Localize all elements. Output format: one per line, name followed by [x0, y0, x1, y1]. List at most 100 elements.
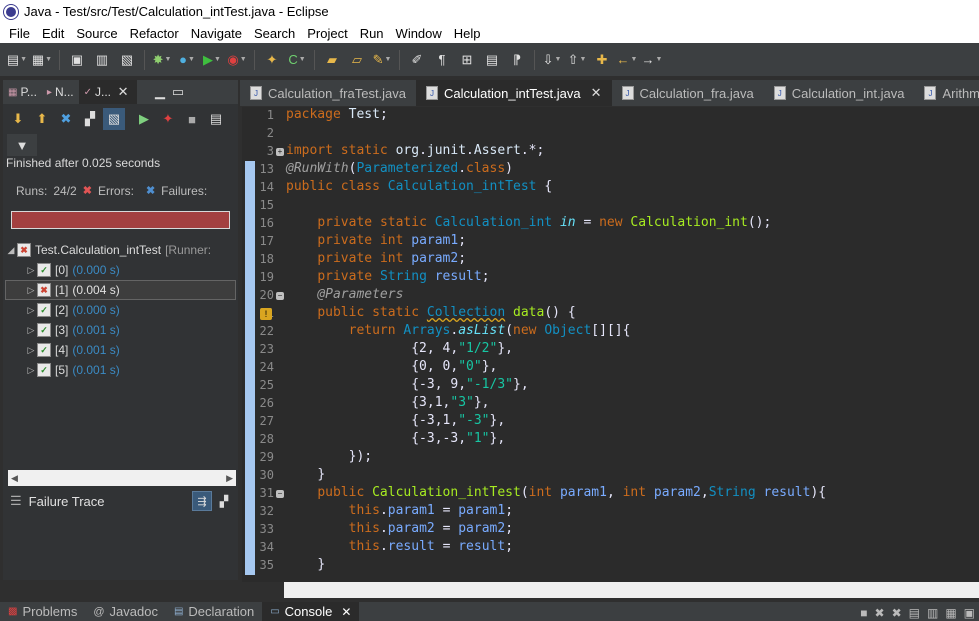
code-line[interactable]: private int param1;	[286, 233, 466, 251]
tab-calculation-inttest[interactable]: J Calculation_intTest.java ✕	[416, 80, 612, 106]
close-icon[interactable]: ✕	[341, 605, 351, 619]
back-icon[interactable]: ← ▼	[616, 49, 638, 71]
tab-javadoc[interactable]: @ Javadoc	[85, 602, 166, 621]
forward-icon[interactable]: → ▼	[641, 49, 663, 71]
previous-annotation-icon[interactable]: ⇧ ▼	[566, 49, 588, 71]
code-line[interactable]: private static Calculation_int in = new …	[286, 215, 771, 233]
warning-icon[interactable]: !	[260, 308, 272, 320]
code-line[interactable]: private int param2;	[286, 251, 466, 269]
code-line[interactable]: this.param2 = param2;	[286, 521, 513, 539]
maximize-icon[interactable]: ▭	[169, 83, 187, 101]
open-folder-icon[interactable]: ▱	[346, 49, 368, 71]
editor-horizontal-scrollbar[interactable]	[284, 582, 979, 598]
pilcrow-icon[interactable]: ⁋	[506, 49, 528, 71]
test-run-history-icon[interactable]: ▤	[205, 108, 227, 130]
code-line[interactable]: {3,1,"3"},	[286, 395, 489, 413]
tab-package-explorer[interactable]: ▦ P...	[3, 80, 42, 104]
code-line[interactable]: @RunWith(Parameterized.class)	[286, 161, 513, 179]
close-icon[interactable]: ✕	[591, 85, 602, 101]
collapsed-icon[interactable]: ▷	[25, 265, 37, 276]
code-line[interactable]: {0, 0,"0"},	[286, 359, 497, 377]
remove-all-icon[interactable]: ✖	[892, 606, 902, 620]
collapsed-icon[interactable]: ▷	[25, 325, 37, 336]
show-skipped-icon[interactable]: ▧	[103, 108, 125, 130]
word-wrap-icon[interactable]: ¶	[431, 49, 453, 71]
tree-root[interactable]: ◢ ✖ Test.Calculation_intTest [Runner:	[5, 240, 236, 260]
stop-icon[interactable]: ■	[181, 108, 203, 130]
last-edit-icon[interactable]: ✚	[591, 49, 613, 71]
tab-calculation-fra[interactable]: J Calculation_fra.java	[612, 80, 764, 106]
tab-navigator[interactable]: ▸ N...	[42, 80, 79, 104]
show-whitespace-icon[interactable]: ▤	[481, 49, 503, 71]
menu-file[interactable]: File	[3, 26, 36, 41]
menu-refactor[interactable]: Refactor	[124, 26, 185, 41]
pin-console-icon[interactable]: ▥	[927, 606, 938, 620]
rerun-test-icon[interactable]: ▶	[133, 108, 155, 130]
menu-navigate[interactable]: Navigate	[185, 26, 248, 41]
code-line[interactable]: public class Calculation_intTest {	[286, 179, 552, 197]
code-line[interactable]: public static Collection data() {	[286, 305, 575, 323]
code-line[interactable]: this.result = result;	[286, 539, 513, 557]
tree-item[interactable]: ▷ ✓ [3] (0.001 s)	[5, 320, 236, 340]
remove-launch-icon[interactable]: ✖	[875, 606, 885, 620]
save-icon[interactable]: ▣	[66, 49, 88, 71]
open-console-icon[interactable]: ▣	[964, 606, 975, 620]
block-selection-icon[interactable]: ⊞	[456, 49, 478, 71]
menu-run[interactable]: Run	[354, 26, 390, 41]
collapsed-icon[interactable]: ▷	[25, 285, 37, 296]
tree-horizontal-scrollbar[interactable]: ◀ ▶	[8, 470, 236, 486]
code-editor[interactable]: 1 2 3 + 13 14 15 16 17 18 19 20 − 21 ! 2…	[242, 107, 979, 582]
scroll-lock-icon[interactable]: ▞	[79, 108, 101, 130]
code-line[interactable]: {-3,1,"-3"},	[286, 413, 505, 431]
code-line[interactable]: return Arrays.asList(new Object[][]{	[286, 323, 631, 341]
code-line[interactable]: {2, 4,"1/2"},	[286, 341, 513, 359]
scroll-lock-icon[interactable]: ▤	[909, 606, 920, 620]
print-icon[interactable]: ▧	[116, 49, 138, 71]
run-icon[interactable]: ▶ ▼	[201, 49, 223, 71]
code-line[interactable]: }	[286, 467, 325, 485]
expand-icon[interactable]: ◢	[5, 245, 17, 256]
code-line[interactable]: this.param1 = param1;	[286, 503, 513, 521]
skip-breakpoints-icon[interactable]: ● ▼	[176, 49, 198, 71]
tab-console[interactable]: ▭ Console ✕	[262, 602, 360, 621]
code-line[interactable]: {-3,-3,"1"},	[286, 431, 505, 449]
collapsed-icon[interactable]: ▷	[25, 365, 37, 376]
code-line[interactable]: import static org.junit.Assert.*;	[286, 143, 544, 161]
tree-item-selected[interactable]: ▷ ✖ [1] (0.004 s)	[5, 280, 236, 300]
tab-problems[interactable]: ▩ Problems	[0, 602, 85, 621]
menu-edit[interactable]: Edit	[36, 26, 70, 41]
compare-result-icon[interactable]: ▞	[214, 491, 234, 511]
code-line[interactable]: });	[286, 449, 372, 467]
tab-calculation-int[interactable]: J Calculation_int.java	[764, 80, 915, 106]
tab-junit[interactable]: ✓ J... ✕	[78, 80, 138, 104]
menu-project[interactable]: Project	[301, 26, 353, 41]
collapse-fold-icon[interactable]: −	[276, 292, 284, 300]
tree-item[interactable]: ▷ ✓ [4] (0.001 s)	[5, 340, 236, 360]
new-wizard-icon[interactable]: ▦ ▼	[31, 49, 53, 71]
close-icon[interactable]: ✕	[114, 83, 132, 101]
next-annotation-icon[interactable]: ⇩ ▼	[541, 49, 563, 71]
coverage-icon[interactable]: ◉ ▼	[226, 49, 248, 71]
word-wrap-icon[interactable]: ▦	[945, 606, 956, 620]
show-failures-only-icon[interactable]: ✖	[55, 108, 77, 130]
search-icon[interactable]: ✎ ▼	[371, 49, 393, 71]
tree-item[interactable]: ▷ ✓ [0] (0.000 s)	[5, 260, 236, 280]
code-line[interactable]: package Test;	[286, 107, 388, 125]
new-java-project-icon[interactable]: ✦	[261, 49, 283, 71]
tree-item[interactable]: ▷ ✓ [5] (0.001 s)	[5, 360, 236, 380]
menu-help[interactable]: Help	[448, 26, 487, 41]
menu-search[interactable]: Search	[248, 26, 301, 41]
tab-arithm[interactable]: J Arithm	[914, 80, 979, 106]
tab-declaration[interactable]: ▤ Declaration	[166, 602, 262, 621]
collapsed-icon[interactable]: ▷	[25, 345, 37, 356]
minimize-icon[interactable]: ▁	[151, 83, 169, 101]
scroll-right-icon[interactable]: ▶	[226, 473, 233, 484]
code-line[interactable]: }	[286, 557, 325, 575]
debug-icon[interactable]: ✸ ▼	[151, 49, 173, 71]
filter-stack-trace-icon[interactable]: ⇶	[192, 491, 212, 511]
new-class-icon[interactable]: C ▼	[286, 49, 308, 71]
tab-calculation-fratest[interactable]: J Calculation_fraTest.java	[240, 80, 416, 106]
view-menu-icon[interactable]: ▼	[7, 134, 37, 156]
toggle-mark-occurrences-icon[interactable]: ✐	[406, 49, 428, 71]
rerun-failed-first-icon[interactable]: ✦	[157, 108, 179, 130]
